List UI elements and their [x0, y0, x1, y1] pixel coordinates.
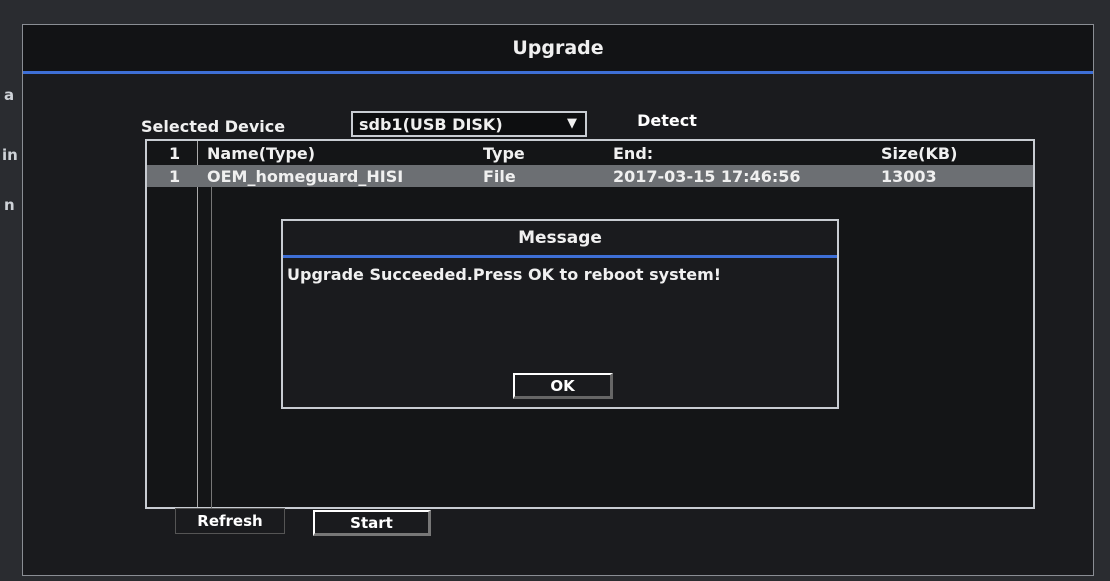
- row-index: 1: [169, 166, 181, 186]
- header-index: 1: [169, 143, 181, 163]
- ok-button[interactable]: OK: [513, 373, 613, 399]
- start-button[interactable]: Start: [313, 510, 431, 536]
- file-list-header: 1 Name(Type) Type End: Size(KB): [147, 141, 1033, 166]
- row-name: OEM_homeguard_HISI: [207, 166, 404, 186]
- message-dialog: Message Upgrade Succeeded.Press OK to re…: [281, 219, 839, 409]
- window-title: Upgrade: [512, 37, 604, 59]
- device-select-value: sdb1(USB DISK): [359, 114, 503, 134]
- row-end: 2017-03-15 17:46:56: [613, 166, 801, 186]
- start-button-label: Start: [350, 513, 393, 532]
- background-text: a: [4, 86, 15, 104]
- ok-button-label: OK: [550, 376, 575, 395]
- header-name: Name(Type): [207, 143, 316, 163]
- list-divider: [211, 187, 212, 509]
- detect-button[interactable]: Detect: [619, 107, 715, 133]
- row-type: File: [483, 166, 516, 186]
- background-text: in: [2, 146, 18, 164]
- upgrade-window: Upgrade Selected Device sdb1(USB DISK) ▼…: [22, 24, 1094, 576]
- table-row[interactable]: 1 OEM_homeguard_HISI File 2017-03-15 17:…: [147, 165, 1033, 187]
- dialog-title-bar: Message: [283, 221, 837, 258]
- list-divider: [197, 141, 198, 507]
- selected-device-label: Selected Device: [141, 117, 286, 136]
- row-size: 13003: [881, 166, 937, 186]
- header-type: Type: [483, 143, 525, 163]
- dialog-title: Message: [518, 228, 602, 248]
- dialog-message: Upgrade Succeeded.Press OK to reboot sys…: [287, 265, 722, 284]
- header-end: End:: [613, 143, 654, 163]
- detect-button-label: Detect: [637, 110, 697, 130]
- background-text: n: [4, 196, 15, 214]
- window-title-bar: Upgrade: [23, 25, 1093, 74]
- header-size: Size(KB): [881, 143, 958, 163]
- device-select[interactable]: sdb1(USB DISK) ▼: [351, 111, 587, 137]
- refresh-button[interactable]: Refresh: [175, 508, 285, 534]
- refresh-button-label: Refresh: [197, 512, 263, 530]
- chevron-down-icon: ▼: [567, 116, 577, 131]
